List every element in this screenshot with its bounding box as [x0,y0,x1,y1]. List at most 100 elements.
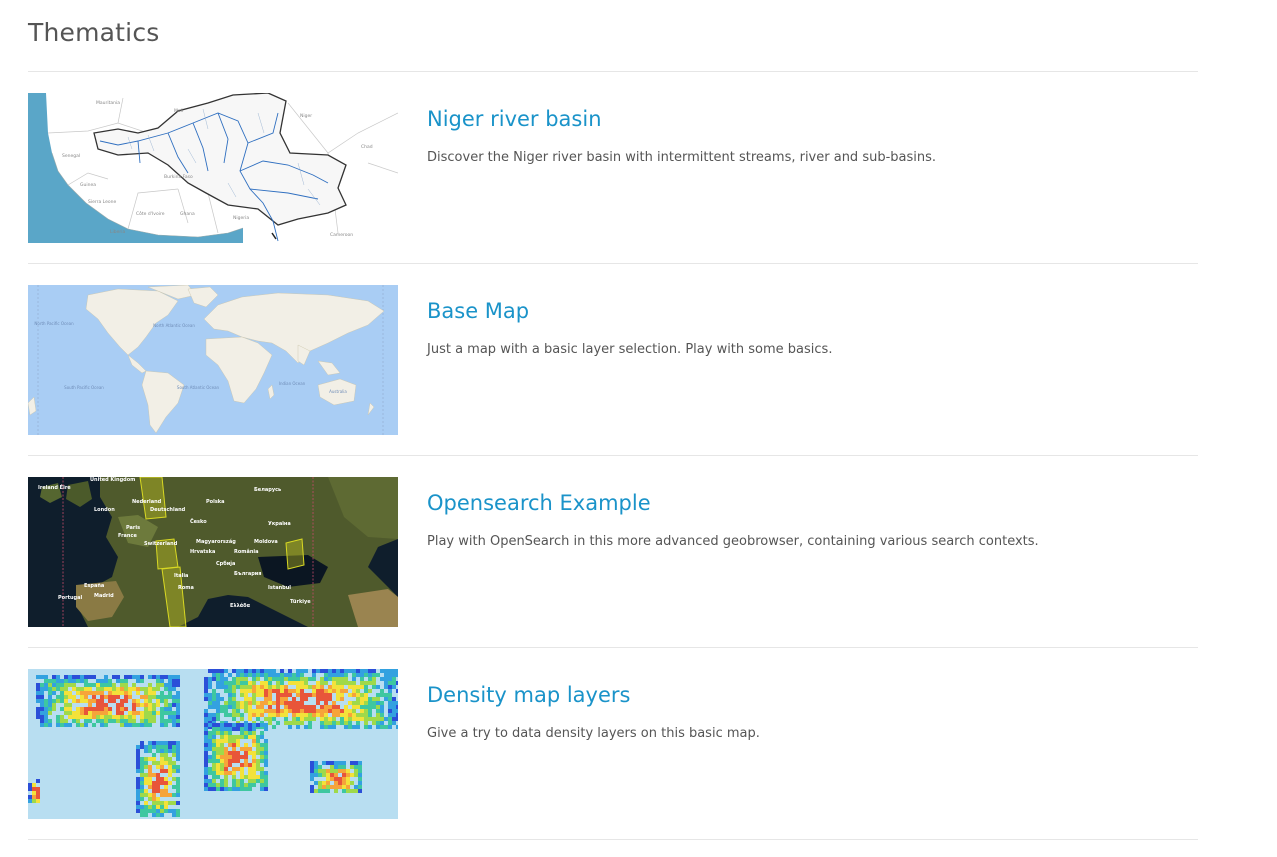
density-cell [64,675,68,679]
density-cell [348,693,352,697]
density-cell [40,707,44,711]
density-cell [132,675,136,679]
density-cell [276,721,280,725]
density-cell [384,669,388,673]
density-cell [360,713,364,717]
density-cell [112,683,116,687]
density-cell [228,739,232,743]
density-cell [260,767,264,771]
density-cell [84,719,88,723]
density-cell [350,781,354,785]
density-cell [156,711,160,715]
density-cell [100,703,104,707]
density-cell [312,669,316,673]
density-cell [336,677,340,681]
density-cell [244,669,248,673]
density-cell [276,689,280,693]
density-cell [272,669,276,673]
density-cell [56,719,60,723]
density-cell [314,789,318,793]
density-cell [384,677,388,681]
base-map-thumbnail[interactable]: North Pacific Ocean North Atlantic Ocean… [28,285,398,435]
density-cell [256,751,260,755]
density-cell [204,779,208,783]
density-cell [172,715,176,719]
niger-thumbnail[interactable]: Mauritania Mali Niger Chad Senegal Guine… [28,93,398,243]
density-cell [296,701,300,705]
density-cell [316,709,320,713]
density-cell [260,759,264,763]
opensearch-thumbnail[interactable]: United Kingdom Ireland Éire Nederland Lo… [28,477,398,627]
density-cell [68,679,72,683]
density-cell [44,679,48,683]
density-cell [148,703,152,707]
density-cell [236,681,240,685]
divider [28,839,1198,840]
density-cell [216,783,220,787]
density-cell [92,691,96,695]
density-cell [64,687,68,691]
density-cell [204,731,208,735]
density-cell [392,713,396,717]
thematic-title-link[interactable]: Density map layers [427,683,630,707]
density-cell [376,705,380,709]
density-cell [212,783,216,787]
density-cell [228,681,232,685]
density-cell [148,773,152,777]
density-cell [168,749,172,753]
density-cell [308,709,312,713]
density-cell [244,759,248,763]
density-cell [308,693,312,697]
density-cell [232,689,236,693]
density-cell [228,743,232,747]
density-cell [168,741,172,745]
density-cell [346,781,350,785]
density-cell [236,783,240,787]
thematic-title-link[interactable]: Opensearch Example [427,491,651,515]
density-cell [252,677,256,681]
density-cell [124,723,128,727]
density-cell [104,703,108,707]
density-cell [136,745,140,749]
density-cell [220,743,224,747]
density-cell [220,669,224,673]
density-cell [328,721,332,725]
density-cell [40,715,44,719]
density-cell [60,683,64,687]
density-cell [224,779,228,783]
density-cell [72,711,76,715]
density-cell [360,685,364,689]
density-cell [164,757,168,761]
density-cell [172,719,176,723]
density-cell [208,693,212,697]
density-cell [40,683,44,687]
density-cell [330,765,334,769]
density-cell [64,695,68,699]
density-cell [292,697,296,701]
density-cell [240,779,244,783]
density-cell [344,681,348,685]
density-cell [296,717,300,721]
thematic-title-link[interactable]: Base Map [427,299,529,323]
density-cell [88,675,92,679]
density-cell [326,789,330,793]
density-cell [216,771,220,775]
density-cell [396,725,398,729]
opensearch-map-image: United Kingdom Ireland Éire Nederland Lo… [28,477,398,627]
density-cell [392,705,396,709]
density-cell [36,699,40,703]
density-cell [244,705,248,709]
map-label: Ελλάδα [230,602,251,609]
density-cell [346,773,350,777]
density-cell [228,771,232,775]
thematic-title-link[interactable]: Niger river basin [427,107,602,131]
density-cell [148,797,152,801]
density-cell [276,701,280,705]
density-cell [358,769,362,773]
density-cell [240,755,244,759]
density-cell [280,697,284,701]
density-thumbnail[interactable] [28,669,398,819]
density-cell [232,767,236,771]
density-cell [72,695,76,699]
density-cell [80,707,84,711]
